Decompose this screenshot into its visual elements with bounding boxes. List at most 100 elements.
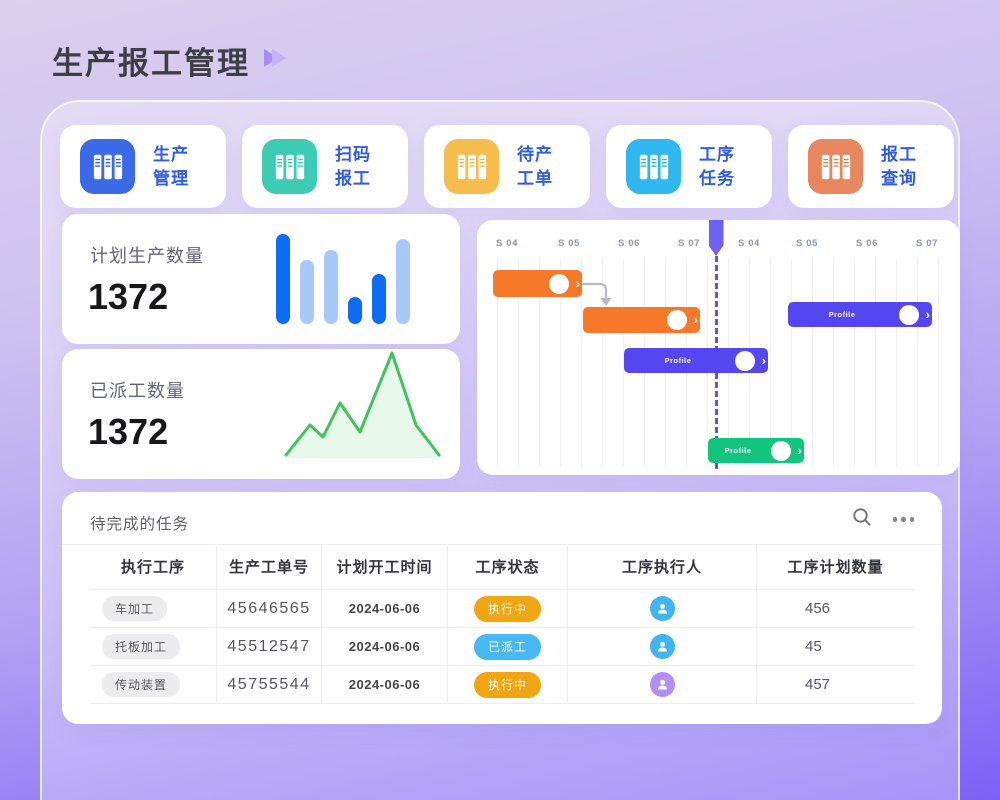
gantt-gridline [896, 258, 897, 467]
gantt-bar[interactable]: Profile › [708, 438, 804, 463]
status-badge: 已派工 [474, 634, 541, 660]
mini-bar-chart [276, 232, 410, 324]
chevron-right-icon: › [798, 443, 802, 456]
gantt-today-marker[interactable] [709, 220, 724, 256]
nav-card-label: 生产管理 [153, 143, 189, 191]
tasks-table: 执行工序生产工单号计划开工时间工序状态工序执行人工序计划数量车加工 4564656… [90, 544, 914, 704]
cell-process: 传动装置 [90, 666, 217, 703]
cell-executor [568, 628, 757, 665]
cell-executor [568, 666, 757, 703]
nav-card-pending-orders[interactable]: 待产工单 [424, 125, 590, 208]
cell-order-no: 45755544 [217, 666, 322, 703]
nav-card-production-manage[interactable]: 生产管理 [60, 125, 226, 208]
gantt-bar-label: Profile [708, 446, 768, 455]
chevron-right-icon: › [694, 313, 698, 326]
gantt-bar[interactable]: Profile › [788, 302, 932, 327]
cell-status: 执行中 [448, 590, 568, 627]
table-row[interactable]: 传动装置457555442024-06-06执行中457 [90, 666, 914, 704]
table-header-cell: 工序计划数量 [757, 544, 914, 589]
cell-status: 已派工 [448, 628, 568, 665]
table-header-cell: 执行工序 [90, 544, 217, 589]
table-row[interactable]: 托板加工455125472024-06-06 已派工 45 [90, 628, 914, 666]
gantt-gridline [791, 258, 792, 467]
gantt-time-label: S 07 [916, 238, 938, 249]
chevron-right-icon: › [576, 276, 580, 289]
chart-bar [324, 250, 338, 324]
cell-start-date: 2024-06-06 [322, 666, 448, 703]
cell-process: 托板加工 [90, 628, 217, 665]
nav-card-report-query[interactable]: 报工查询 [788, 125, 954, 208]
process-badge: 传动装置 [102, 672, 180, 697]
user-icon [650, 634, 675, 659]
chart-bar [276, 234, 290, 324]
chart-bar [372, 274, 386, 324]
chevron-right-icon: › [762, 353, 766, 366]
gantt-time-label: S 05 [796, 238, 818, 249]
gantt-time-label: S 07 [678, 238, 700, 249]
avatar [667, 310, 687, 330]
gantt-gridline [917, 258, 918, 467]
gantt-time-label: S 04 [738, 238, 760, 249]
stat-label: 计划生产数量 [90, 242, 204, 268]
page-title: 生产报工管理 [52, 38, 250, 83]
gantt-time-label: S 04 [496, 238, 518, 249]
process-badge: 车加工 [102, 596, 167, 621]
gantt-gridline [875, 258, 876, 467]
nav-card-label: 扫码报工 [335, 143, 371, 191]
search-icon[interactable] [851, 506, 873, 533]
avatar [771, 441, 791, 461]
avatar [899, 305, 919, 325]
table-header-row: 执行工序生产工单号计划开工时间工序状态工序执行人工序计划数量 [90, 544, 914, 590]
cell-executor [568, 590, 757, 627]
chart-bar [300, 260, 314, 324]
books-icon [80, 139, 135, 194]
books-icon [808, 139, 863, 194]
gantt-time-label: S 05 [558, 238, 580, 249]
chart-bar [348, 297, 362, 324]
status-badge: 执行中 [474, 672, 541, 698]
avatar [735, 351, 755, 371]
chevron-right-icon: › [926, 307, 930, 320]
nav-card-scan-report[interactable]: 扫码报工 [242, 125, 408, 208]
cell-process: 车加工 [90, 590, 217, 627]
stat-label: 已派工数量 [90, 377, 185, 403]
nav-card-process-tasks[interactable]: 工序任务 [606, 125, 772, 208]
gantt-gridline [812, 258, 813, 467]
books-icon [444, 139, 499, 194]
nav-card-label: 工序任务 [699, 143, 735, 191]
stat-card-planned: 计划生产数量 1372 [62, 214, 460, 344]
more-options-icon[interactable] [889, 513, 919, 526]
table-header-cell: 计划开工时间 [322, 544, 448, 589]
table-header-cell: 生产工单号 [217, 544, 322, 589]
cell-start-date: 2024-06-06 [322, 628, 448, 665]
page-header: 生产报工管理 [52, 38, 286, 83]
gantt-gridline [833, 258, 834, 467]
cell-order-no: 45646565 [217, 590, 322, 627]
cell-qty: 45 [757, 628, 914, 665]
books-icon [262, 139, 317, 194]
table-row[interactable]: 车加工456465652024-06-06执行中456 [90, 590, 914, 628]
gantt-bar[interactable]: › [583, 307, 700, 333]
table-header-cell: 工序执行人 [568, 544, 757, 589]
gantt-bar-label: Profile [788, 310, 896, 319]
cell-qty: 456 [757, 590, 914, 627]
gantt-chart: S 04S 05S 06S 07S 04S 05S 06S 07››Profil… [477, 220, 960, 475]
user-icon [650, 672, 675, 697]
gantt-bar-label: Profile [624, 356, 732, 365]
tasks-card: 待完成的任务 执行工序生产工单号计划开工时间工序状态工序执行人工序计划数量车加工… [62, 492, 942, 724]
cell-order-no: 45512547 [217, 628, 322, 665]
tasks-title: 待完成的任务 [90, 512, 189, 534]
gantt-bar[interactable]: › [493, 270, 582, 297]
status-badge: 执行中 [474, 596, 541, 622]
stat-card-dispatched: 已派工数量 1372 [62, 349, 460, 479]
gantt-gridline [854, 258, 855, 467]
chart-bar [396, 239, 410, 324]
nav-card-label: 待产工单 [517, 143, 553, 191]
gantt-bar[interactable]: Profile › [624, 348, 768, 373]
table-header-cell: 工序状态 [448, 544, 568, 589]
stat-value: 1372 [88, 276, 168, 318]
user-icon [650, 596, 675, 621]
books-icon [626, 139, 681, 194]
gantt-time-label: S 06 [618, 238, 640, 249]
tasks-toolbar [851, 506, 919, 533]
